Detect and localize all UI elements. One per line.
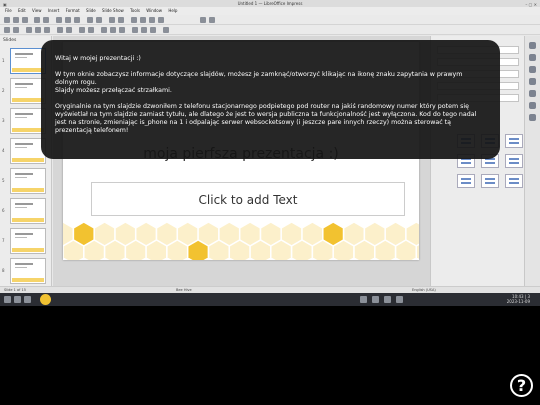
menu-window[interactable]: Window: [146, 7, 162, 15]
export-pdf-icon[interactable]: [34, 17, 40, 23]
new-icon[interactable]: [4, 17, 10, 23]
slide-thumbnail[interactable]: [10, 198, 46, 224]
toggle-extrusion-icon[interactable]: [163, 27, 169, 33]
slide-thumbnail[interactable]: [10, 228, 46, 254]
image-icon[interactable]: [140, 17, 146, 23]
print-icon[interactable]: [43, 17, 49, 23]
zoom-icon[interactable]: [13, 27, 19, 33]
styles-icon[interactable]: [529, 90, 536, 97]
status-bar: Slide 1 of 15 Bee Hive English (USA): [0, 286, 540, 293]
line-icon[interactable]: [26, 27, 32, 33]
tray-icon[interactable]: [384, 296, 391, 303]
navigator-icon[interactable]: [529, 114, 536, 121]
properties-deck-icon[interactable]: [529, 42, 536, 49]
popup-heading: Witaj w mojej prezentacji :): [55, 55, 141, 62]
master-slides-icon[interactable]: [529, 54, 536, 61]
redo-icon[interactable]: [96, 17, 102, 23]
help-question-icon[interactable]: ?: [510, 374, 533, 397]
start-menu-icon[interactable]: [4, 296, 11, 303]
arrow-icon[interactable]: [57, 27, 63, 33]
layout-option[interactable]: [505, 154, 523, 168]
menu-file[interactable]: File: [5, 7, 12, 15]
slide-number: 4: [2, 148, 5, 153]
clock-date: 2023-11-09: [506, 299, 530, 304]
tray-icon[interactable]: [360, 296, 367, 303]
layout-option[interactable]: [505, 174, 523, 188]
menu-tools[interactable]: Tools: [130, 7, 140, 15]
paste-icon[interactable]: [74, 17, 80, 23]
filter-icon[interactable]: [150, 27, 156, 33]
tray-icon[interactable]: [372, 296, 379, 303]
select-icon[interactable]: [4, 27, 10, 33]
slide-number: 7: [2, 238, 5, 243]
slideshow-current-icon[interactable]: [209, 17, 215, 23]
slide-number: 3: [2, 118, 5, 123]
info-popup: Witaj w mojej prezentacji :) W tym oknie…: [41, 40, 500, 159]
menu-help[interactable]: Help: [168, 7, 177, 15]
popup-paragraph: Oryginalnie na tym slajdzie dzwoniłem z …: [55, 103, 477, 134]
start-slideshow-icon[interactable]: [200, 17, 206, 23]
layout-option[interactable]: [481, 174, 499, 188]
menu-slide[interactable]: Slide: [86, 7, 96, 15]
textbox-icon[interactable]: [158, 17, 164, 23]
slide-number: 5: [2, 178, 5, 183]
menu-view[interactable]: View: [32, 7, 42, 15]
cut-icon[interactable]: [56, 17, 62, 23]
popup-paragraph: Slajdy możesz przełączać strzałkami.: [55, 87, 172, 94]
tray-icon[interactable]: [396, 296, 403, 303]
honeycomb-decoration: [63, 222, 419, 260]
slide-thumbnail[interactable]: [10, 168, 46, 194]
open-icon[interactable]: [13, 17, 19, 23]
subtitle-placeholder[interactable]: Click to add Text: [91, 182, 405, 216]
rotate-icon[interactable]: [101, 27, 107, 33]
animation-icon[interactable]: [529, 66, 536, 73]
shapes-icon[interactable]: [88, 27, 94, 33]
slide-number: 8: [2, 268, 5, 273]
taskbar: 10:43 | 3 2023-11-09: [0, 293, 540, 306]
find-icon[interactable]: [109, 17, 115, 23]
menu-edit[interactable]: Edit: [18, 7, 26, 15]
spelling-icon[interactable]: [118, 17, 124, 23]
connector-icon[interactable]: [79, 27, 85, 33]
sidebar-deck: [524, 36, 540, 286]
layout-option[interactable]: [505, 134, 523, 148]
table-icon[interactable]: [131, 17, 137, 23]
popup-paragraph: W tym oknie zobaczysz informacje dotyczą…: [55, 71, 463, 86]
undo-icon[interactable]: [87, 17, 93, 23]
crop-icon[interactable]: [141, 27, 147, 33]
screen: ▣ Untitled 1 — LibreOffice Impress – ▢ ✕…: [0, 0, 540, 405]
menu-bar: File Edit View Insert Format Slide Slide…: [0, 7, 540, 15]
clock[interactable]: 10:43 | 3 2023-11-09: [507, 294, 530, 304]
shadow-icon[interactable]: [132, 27, 138, 33]
menu-slide-show[interactable]: Slide Show: [102, 7, 124, 15]
curve-icon[interactable]: [66, 27, 72, 33]
files-icon[interactable]: [14, 296, 21, 303]
slide-thumbnail[interactable]: [10, 258, 46, 284]
impress-task-icon[interactable]: [40, 294, 51, 305]
terminal-icon[interactable]: [24, 296, 31, 303]
copy-icon[interactable]: [65, 17, 71, 23]
window-title: Untitled 1 — LibreOffice Impress: [237, 1, 303, 6]
standard-toolbar: [0, 15, 540, 25]
menu-format[interactable]: Format: [66, 7, 80, 15]
chart-icon[interactable]: [149, 17, 155, 23]
drawing-toolbar: [0, 25, 540, 35]
title-bar: ▣ Untitled 1 — LibreOffice Impress – ▢ ✕: [0, 0, 540, 7]
subtitle-placeholder-text: Click to add Text: [198, 193, 298, 207]
arrange-icon[interactable]: [119, 27, 125, 33]
slide-number: 6: [2, 208, 5, 213]
menu-insert[interactable]: Insert: [48, 7, 59, 15]
slide-number: 2: [2, 88, 5, 93]
ellipse-icon[interactable]: [44, 27, 50, 33]
slide-number: 1: [2, 58, 5, 63]
transition-icon[interactable]: [529, 78, 536, 85]
align-icon[interactable]: [110, 27, 116, 33]
layout-option[interactable]: [457, 174, 475, 188]
rectangle-icon[interactable]: [35, 27, 41, 33]
save-icon[interactable]: [22, 17, 28, 23]
gallery-icon[interactable]: [529, 102, 536, 109]
